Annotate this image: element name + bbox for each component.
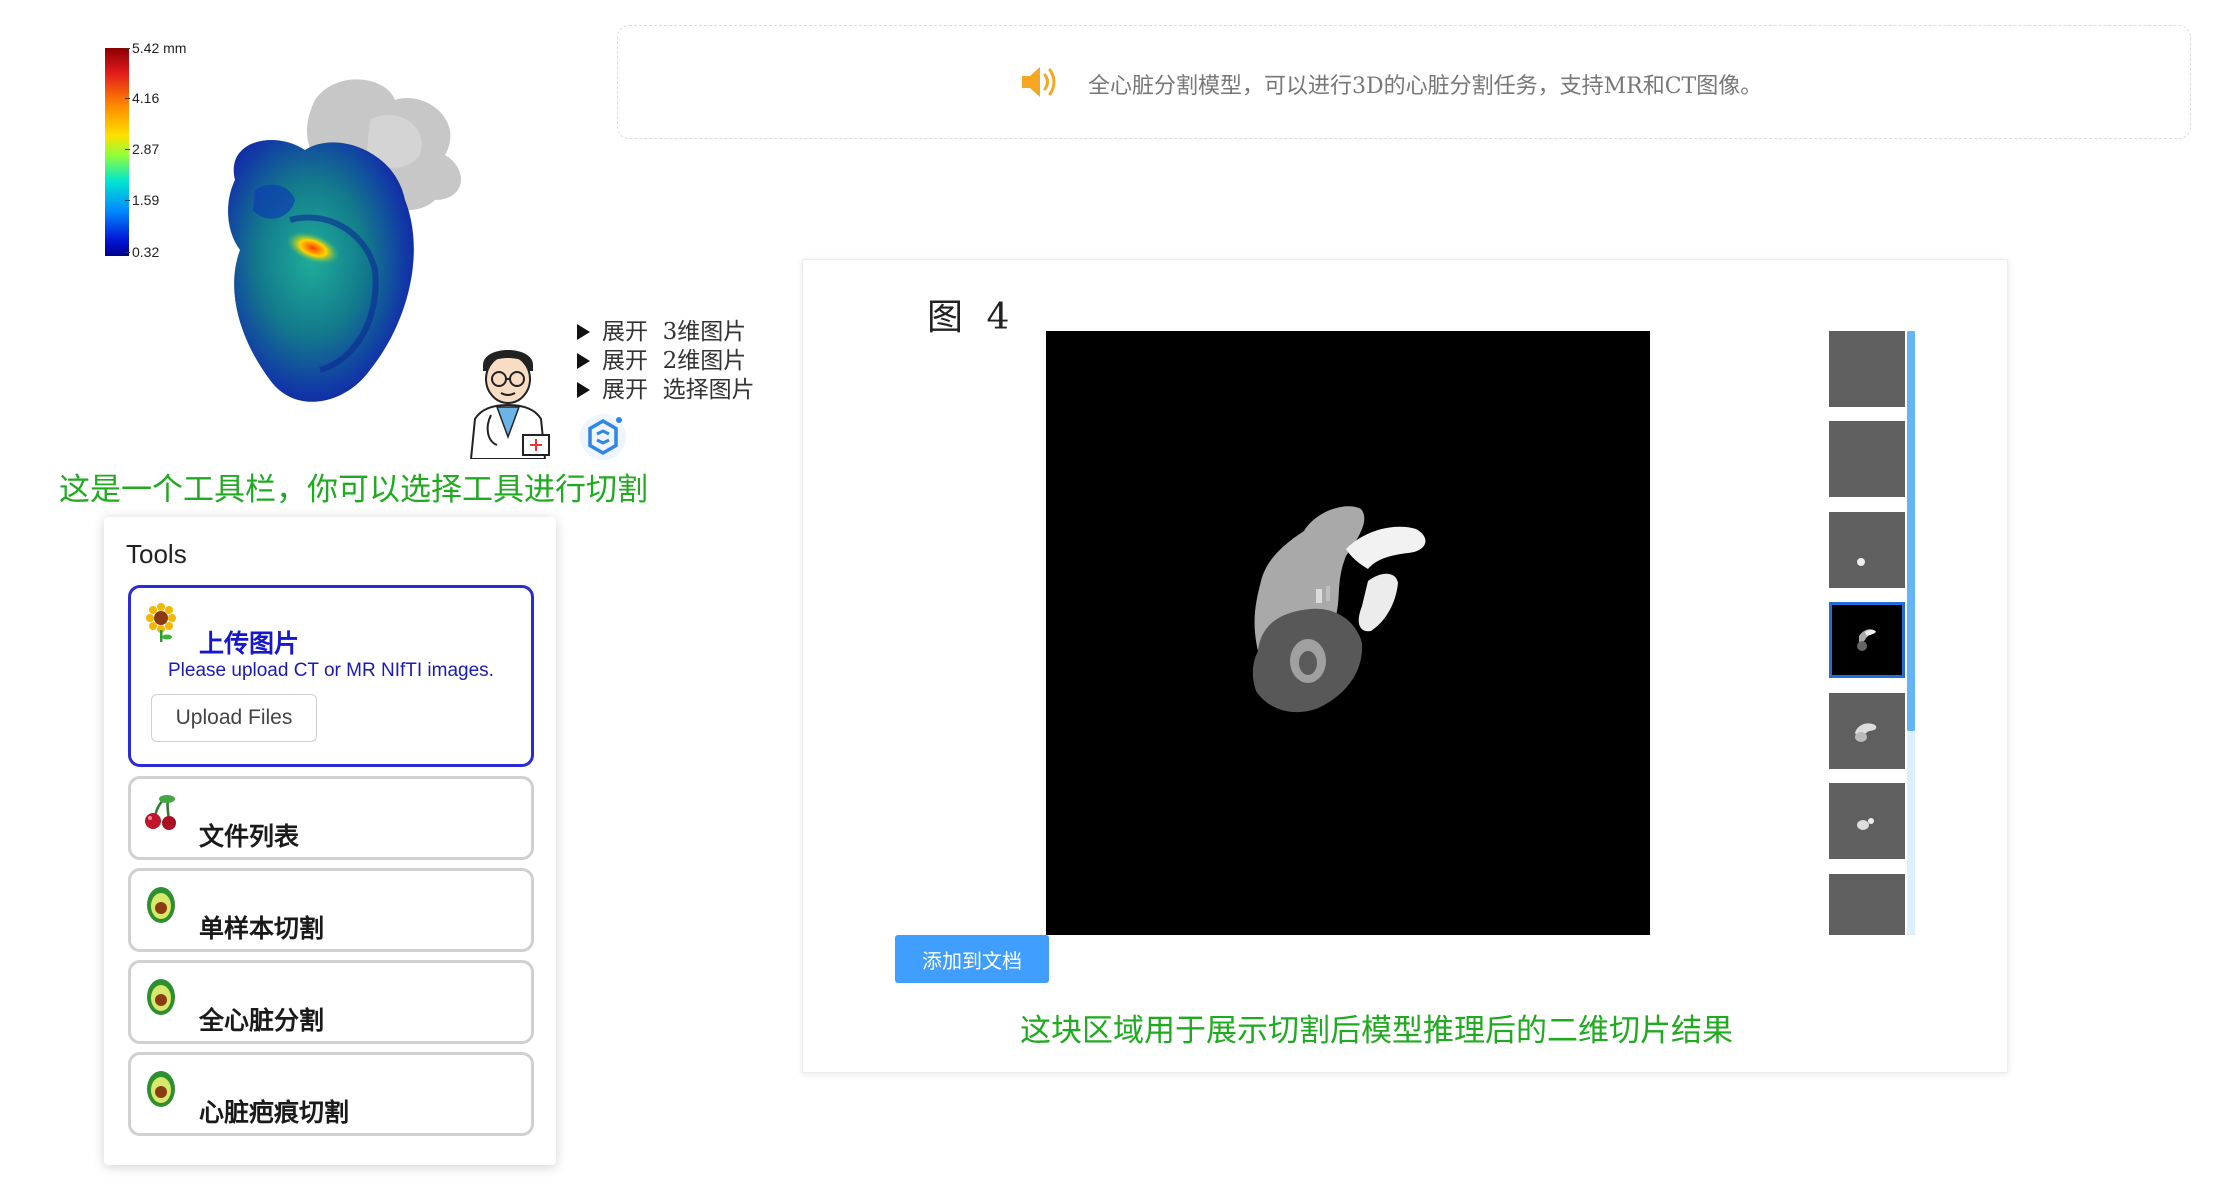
expand-marker: 展开 bbox=[602, 348, 648, 374]
thumbnail[interactable] bbox=[1829, 783, 1905, 859]
tool-file-list-title: 文件列表 bbox=[199, 822, 300, 851]
add-to-document-button[interactable]: 添加到文档 bbox=[895, 935, 1049, 983]
avocado-icon bbox=[147, 887, 175, 923]
thumbnail-shape bbox=[1857, 818, 1874, 830]
tools-panel: Tools 上传图片 Please upload CT or MR NIfTI … bbox=[104, 517, 556, 1165]
thumbnail-shape bbox=[1857, 629, 1876, 651]
cherry-icon bbox=[145, 795, 176, 830]
thumbnail-selected[interactable] bbox=[1829, 602, 1905, 678]
thumbnail-strip[interactable] bbox=[1829, 331, 1915, 935]
colorbar bbox=[105, 48, 129, 256]
thumbnail-scrollbar-track[interactable] bbox=[1907, 331, 1915, 935]
tool-upload-title: 上传图片 bbox=[199, 629, 300, 658]
sunflower-icon bbox=[146, 603, 176, 642]
expand-marker: 展开 bbox=[602, 319, 648, 345]
tool-heart-scar-title: 心脏疤痕切割 bbox=[199, 1098, 350, 1127]
tool-file-list[interactable]: 文件列表 bbox=[128, 776, 534, 860]
upload-files-button[interactable]: Upload Files bbox=[151, 694, 317, 742]
result-caption: 这块区域用于展示切割后模型推理后的二维切片结果 bbox=[1020, 1013, 1733, 1049]
slice-result-image[interactable] bbox=[1046, 331, 1650, 935]
doctor-avatar bbox=[469, 350, 550, 459]
colorbar-label-2: 1.59 bbox=[124, 192, 160, 208]
tools-title: Tools bbox=[126, 539, 187, 569]
thumbnail-shape bbox=[1857, 558, 1865, 566]
heart-model-image bbox=[228, 79, 462, 402]
thumbnail-shape bbox=[1855, 723, 1877, 742]
triangle-right-icon bbox=[577, 382, 590, 398]
slice-segmentation-shapes bbox=[1252, 506, 1426, 713]
colorbar-label-4: 4.16 bbox=[124, 90, 160, 106]
tool-single-sample-cut[interactable]: 单样本切割 bbox=[128, 868, 534, 952]
thumbnail[interactable] bbox=[1829, 512, 1905, 588]
notice-bar: 全心脏分割模型，可以进行3D的心脏分割任务，支持MR和CT图像。 bbox=[617, 25, 2191, 139]
expand-label: 选择图片 bbox=[662, 377, 755, 403]
triangle-right-icon bbox=[577, 353, 590, 369]
tool-whole-heart-title: 全心脏分割 bbox=[199, 1006, 325, 1035]
thumbnail[interactable] bbox=[1829, 693, 1905, 769]
cube-icon[interactable] bbox=[578, 412, 628, 462]
colorbar-label-min: 0.32 bbox=[124, 244, 160, 260]
expand-2d-images[interactable]: 展开 2维图片 bbox=[577, 347, 755, 376]
colorbar-label-3: 2.87 bbox=[124, 141, 160, 157]
expand-label: 2维图片 bbox=[662, 348, 747, 374]
thumbnail[interactable] bbox=[1829, 874, 1905, 935]
avocado-icon bbox=[147, 1071, 175, 1107]
expand-select-image[interactable]: 展开 选择图片 bbox=[577, 376, 755, 405]
thumbnail-scrollbar-thumb[interactable] bbox=[1907, 331, 1915, 731]
upload-description: Please upload CT or MR NIfTI images. bbox=[168, 660, 494, 681]
expand-label: 3维图片 bbox=[662, 319, 747, 345]
notice-text: 全心脏分割模型，可以进行3D的心脏分割任务，支持MR和CT图像。 bbox=[1088, 74, 1763, 99]
heart-3d-preview: 5.42 mm 4.16 2.87 1.59 0.32 bbox=[95, 40, 495, 410]
tool-single-sample-title: 单样本切割 bbox=[199, 914, 325, 943]
tool-heart-scar-cut[interactable]: 心脏疤痕切割 bbox=[128, 1052, 534, 1136]
tool-whole-heart-seg[interactable]: 全心脏分割 bbox=[128, 960, 534, 1044]
expand-list: 展开 3维图片 展开 2维图片 展开 选择图片 bbox=[577, 318, 755, 405]
tool-upload-card[interactable]: 上传图片 Please upload CT or MR NIfTI images… bbox=[128, 585, 534, 767]
expand-3d-images[interactable]: 展开 3维图片 bbox=[577, 318, 755, 347]
thumbnail[interactable] bbox=[1829, 331, 1905, 407]
result-card: 图 4 添加到文档 bbox=[802, 259, 2008, 1073]
avocado-icon bbox=[147, 979, 175, 1015]
colorbar-label-max: 5.42 mm bbox=[124, 40, 187, 56]
expand-marker: 展开 bbox=[602, 377, 648, 403]
speaker-icon bbox=[1022, 67, 1056, 97]
toolbar-caption: 这是一个工具栏，你可以选择工具进行切割 bbox=[59, 472, 648, 508]
thumbnail[interactable] bbox=[1829, 421, 1905, 497]
figure-label: 图 4 bbox=[927, 297, 1016, 338]
triangle-right-icon bbox=[577, 324, 590, 340]
